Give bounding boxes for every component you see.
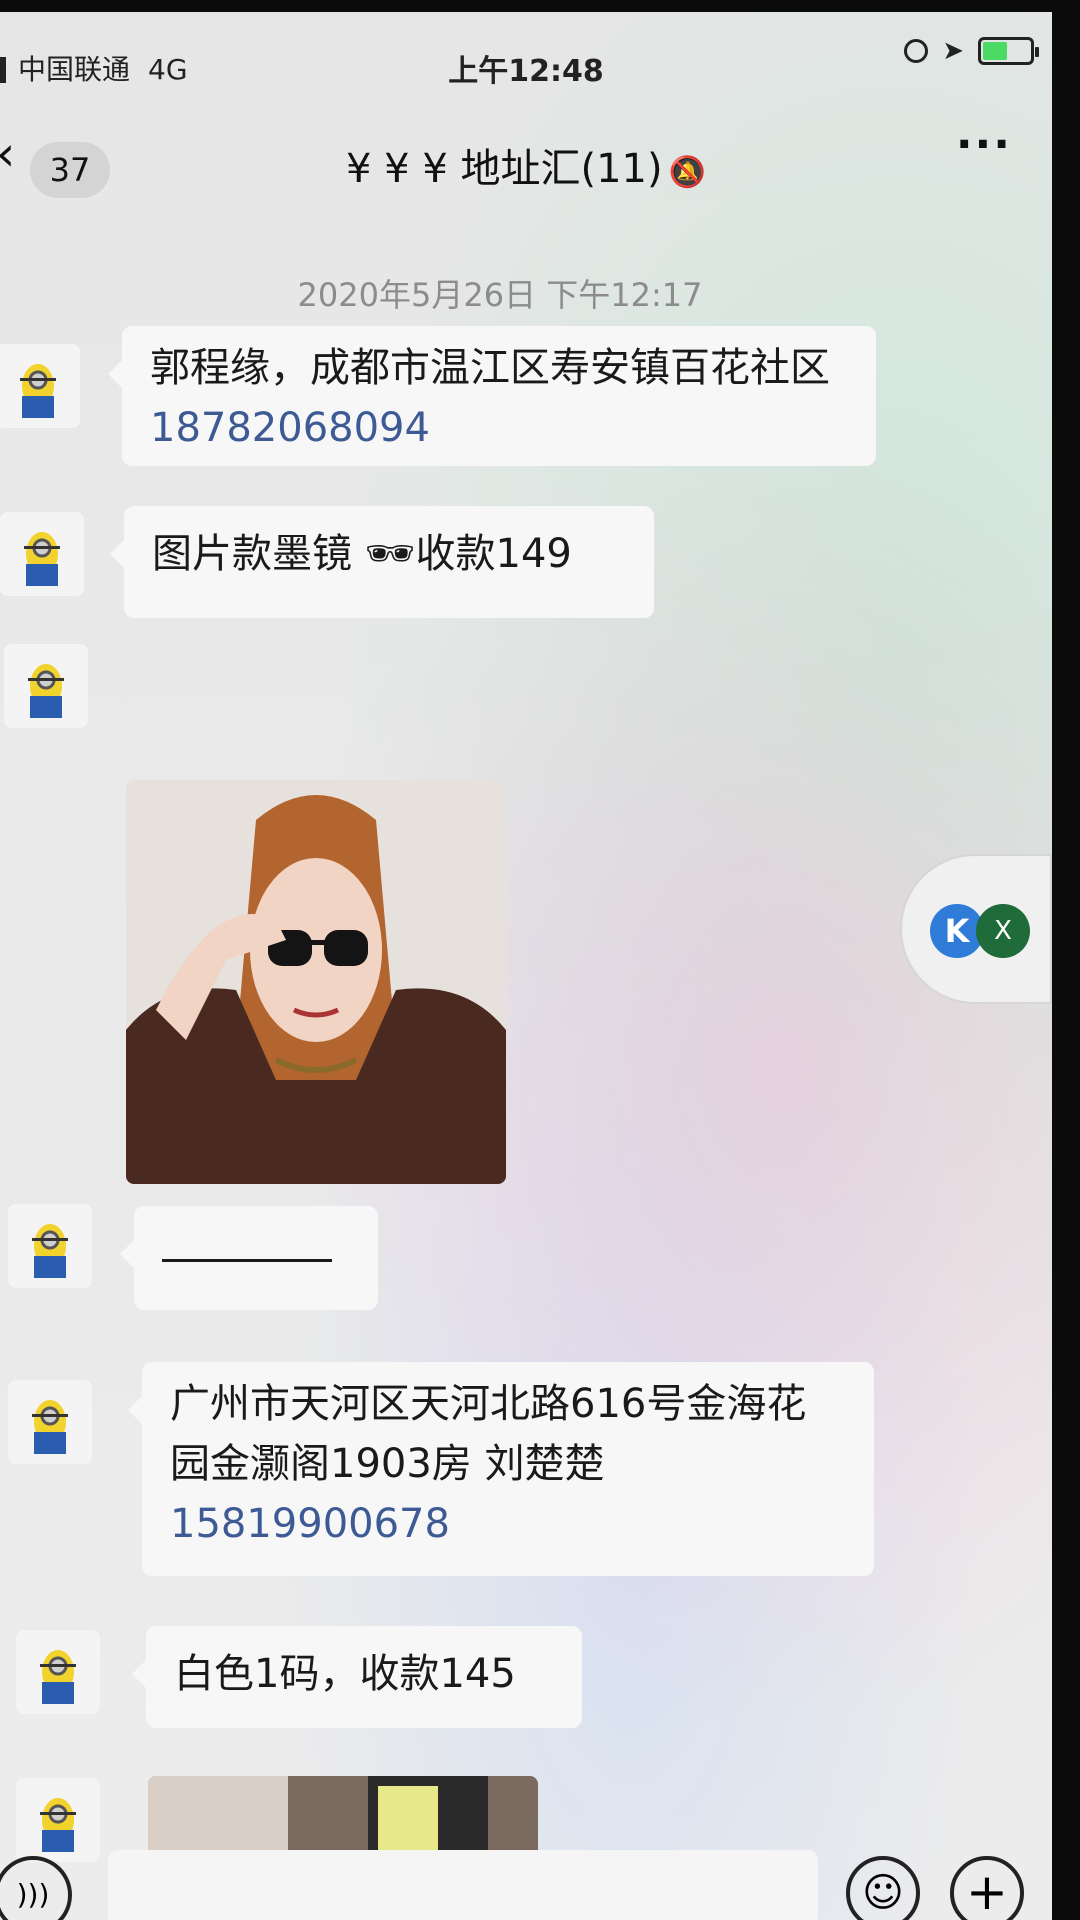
emoji-icon[interactable]: ☺ [846,1856,920,1920]
floating-widget[interactable]: K X [900,854,1052,1004]
phone-link[interactable]: 15819900678 [170,1501,450,1547]
avatar[interactable] [8,1380,92,1464]
plus-icon[interactable]: + [950,1856,1024,1920]
chat-title: ¥ ¥ ¥ 地址汇(11) 🔕 [0,136,1052,194]
voice-icon[interactable]: ))) [0,1856,72,1920]
avatar[interactable] [4,644,88,728]
message-text: 广州市天河区天河北路616号金海花园金灏阁1903房 刘楚楚 [170,1381,807,1487]
avatar[interactable] [0,512,84,596]
phone-link[interactable]: 18782068094 [150,405,430,451]
location-icon: ➤ [942,36,964,66]
message-text: 郭程缘，成都市温江区寿安镇百花社区 [150,345,830,391]
avatar[interactable] [16,1630,100,1714]
message-list[interactable]: 2020年5月26日 下午12:17 郭程缘，成都市温江区寿安镇百花社区 187… [0,202,1052,1886]
input-bar: ))) ☺ + [0,1842,1052,1920]
orientation-lock-icon [904,39,929,63]
battery-icon [978,37,1039,65]
status-icons: ➤ [904,36,1039,66]
avatar[interactable] [0,344,80,428]
avatar[interactable] [8,1204,92,1288]
message-timestamp: 2020年5月26日 下午12:17 [297,276,703,314]
close-icon[interactable]: X [976,904,1030,958]
message-text: 白色1码，收款145 [174,1651,516,1697]
status-time: 上午12:48 [448,54,604,89]
message-input[interactable] [108,1850,818,1920]
bell-slash-icon: 🔕 [668,155,706,190]
message-bubble[interactable]: 广州市天河区天河北路616号金海花园金灏阁1903房 刘楚楚 158199006… [128,1362,874,1576]
chat-header: ‹ 37 ¥ ¥ ¥ 地址汇(11)🔕 ··· [0,100,1052,200]
more-dots-icon[interactable]: ··· [956,123,1012,167]
message-bubble[interactable] [120,1206,378,1310]
message-text: 图片款墨镜 🕶收款149 [152,531,572,577]
chat-screen: 中国联通4G 上午12:48 ➤ ‹ 37 ¥ ¥ ¥ 地址汇(11)🔕 ···… [0,12,1052,1920]
message-bubble[interactable]: 白色1码，收款145 [132,1626,582,1728]
divider-line [162,1258,332,1262]
image-message[interactable] [126,780,506,1184]
message-bubble[interactable]: 郭程缘，成都市温江区寿安镇百花社区 18782068094 [108,326,876,466]
chat-title-text: ¥ ¥ ¥ 地址汇(11) [346,146,663,192]
message-bubble[interactable]: 图片款墨镜 🕶收款149 [110,506,654,618]
status-bar: 中国联通 4G 上午12:48 ➤ [0,12,1052,89]
